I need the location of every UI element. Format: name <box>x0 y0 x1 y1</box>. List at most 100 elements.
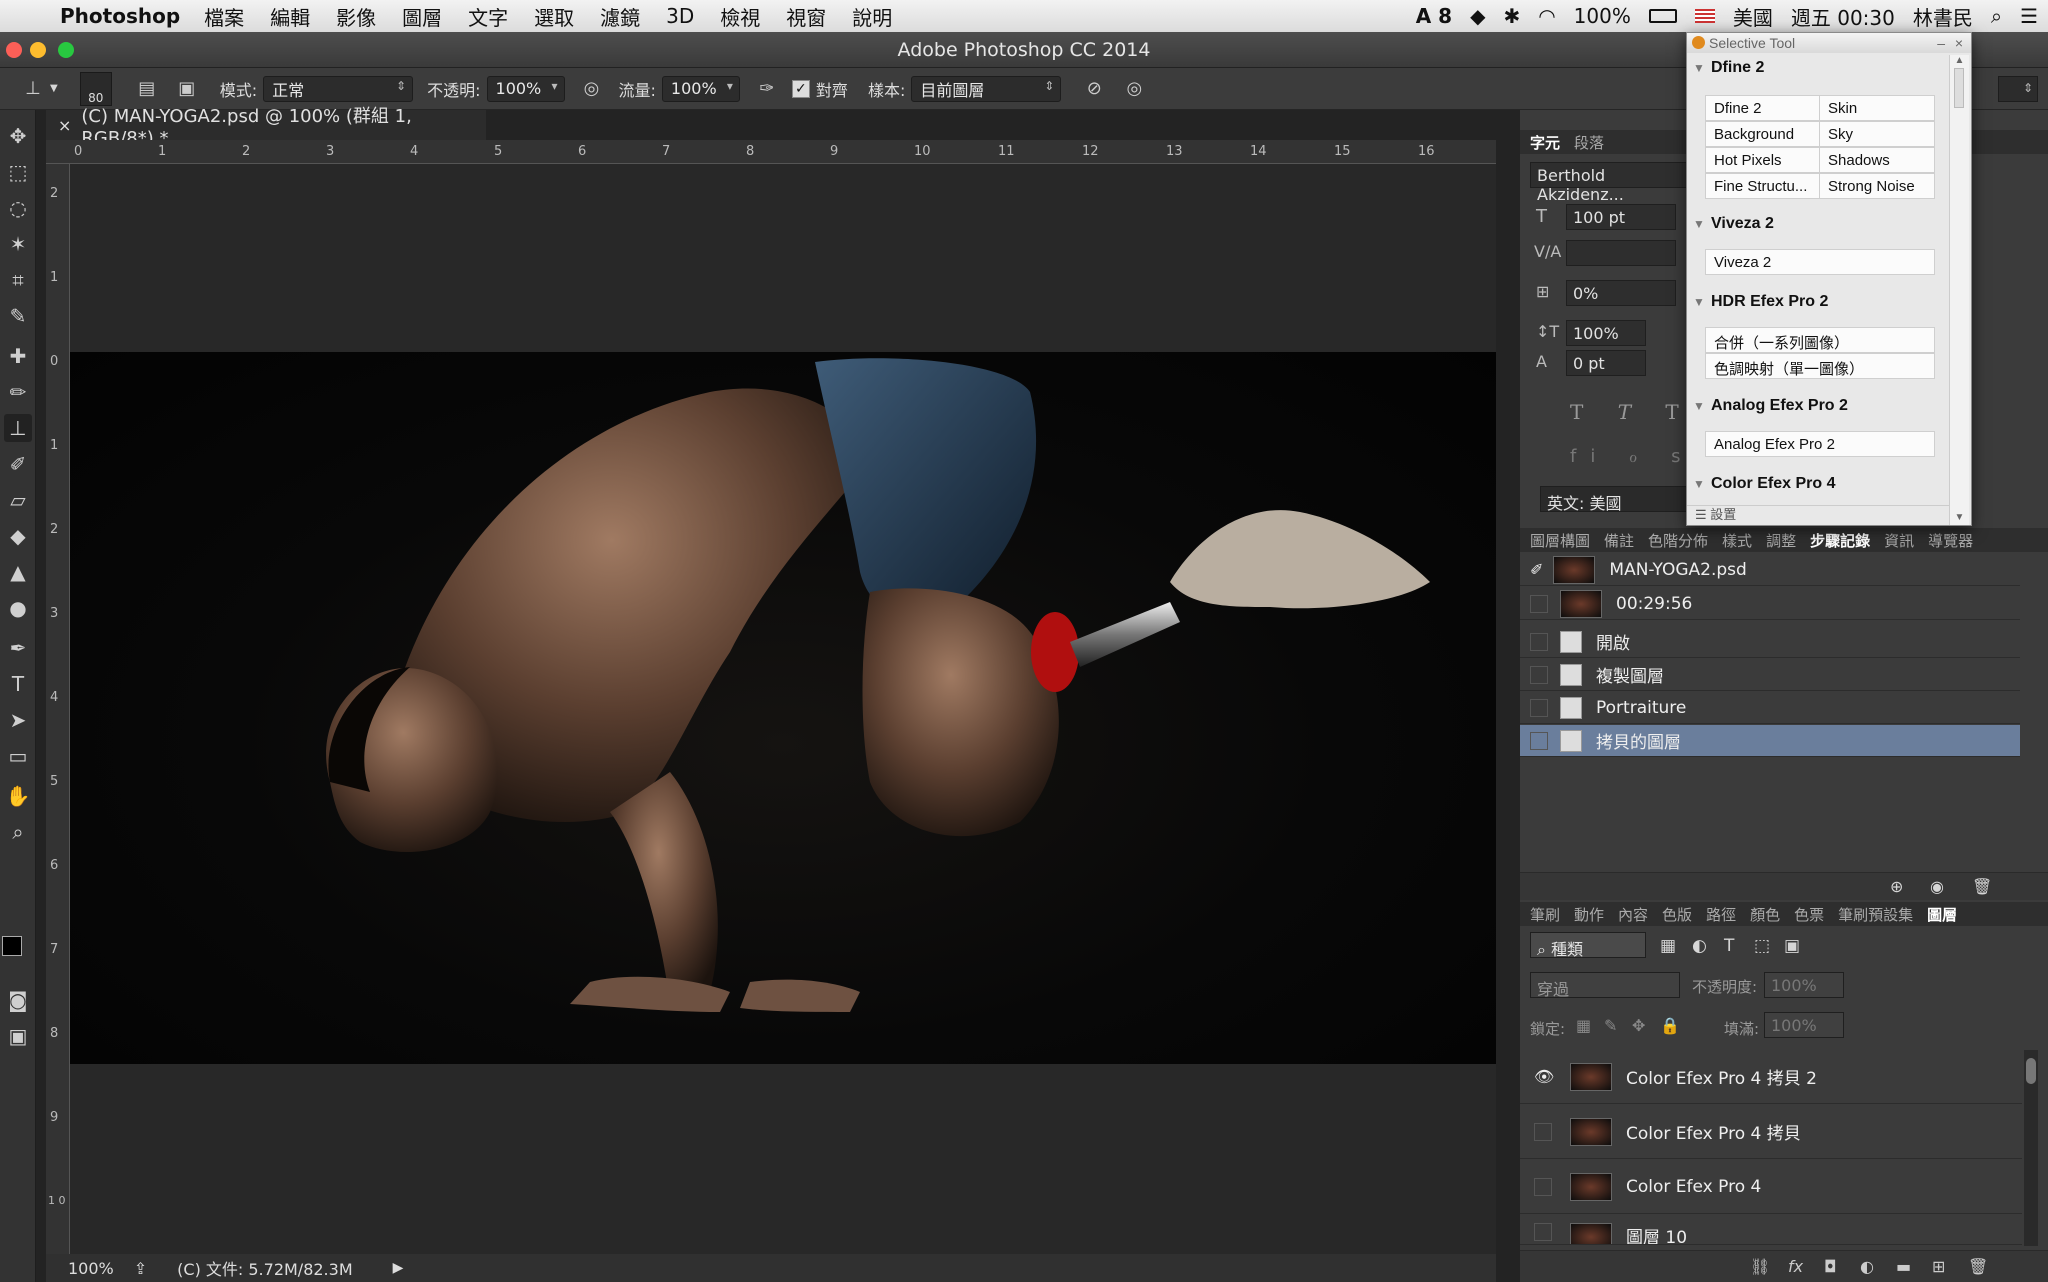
menu-image[interactable]: 影像 <box>336 2 376 31</box>
foreground-color-swatch[interactable] <box>2 936 22 956</box>
workspace-select[interactable]: ⇕ <box>1998 76 2038 102</box>
layer-filter-select[interactable]: ⌕ 種類 <box>1530 932 1646 959</box>
eraser-tool-icon[interactable]: ▱ <box>4 486 32 514</box>
tab-properties[interactable]: 內容 <box>1618 904 1648 925</box>
menu-3d[interactable]: 3D <box>666 4 694 28</box>
tool-preset-arrow[interactable]: ▼ <box>50 83 58 94</box>
layer-opacity-field[interactable]: 100% <box>1764 972 1844 998</box>
dfine-button[interactable]: Skin <box>1819 95 1935 121</box>
blur-tool-icon[interactable]: ▲ <box>4 558 32 586</box>
ignore-adjustment-icon[interactable]: ⊘ <box>1081 76 1107 102</box>
blend-mode-select[interactable]: 穿過 <box>1530 972 1680 999</box>
filter-pixel-icon[interactable]: ▦ <box>1660 936 1676 956</box>
font-family-select[interactable]: Berthold Akzidenz... <box>1530 162 1690 204</box>
tab-character[interactable]: 字元 <box>1530 132 1560 153</box>
layer-name[interactable]: Color Efex Pro 4 拷貝 2 <box>1626 1064 1817 1089</box>
tab-history[interactable]: 步驟記錄 <box>1810 530 1870 551</box>
chevron-down-icon[interactable]: ▾ <box>727 79 733 93</box>
filter-smart-object-icon[interactable]: ▣ <box>1784 936 1800 956</box>
input-source[interactable]: 美國 <box>1733 2 1773 31</box>
history-source-checkbox[interactable] <box>1530 594 1548 613</box>
zoom-tool-icon[interactable]: ⌕ <box>4 818 32 846</box>
pressure-opacity-icon[interactable]: ◎ <box>579 76 605 102</box>
mode-select[interactable]: 正常 ⇕ <box>263 75 414 102</box>
section-dfine[interactable]: Dfine 2 <box>1711 59 1764 77</box>
tab-notes[interactable]: 備註 <box>1604 530 1634 551</box>
user-name[interactable]: 林書民 <box>1913 2 1973 31</box>
lock-all-icon[interactable]: 🔒 <box>1660 1016 1680 1035</box>
move-tool-icon[interactable]: ✥ <box>4 122 32 150</box>
minimize-icon[interactable]: – <box>1937 33 1945 53</box>
menu-layer[interactable]: 圖層 <box>402 2 442 31</box>
airbrush-icon[interactable]: ✑ <box>754 76 780 102</box>
path-select-icon[interactable]: ➤ <box>4 706 32 734</box>
tab-actions[interactable]: 動作 <box>1574 904 1604 925</box>
tab-brush[interactable]: 筆刷 <box>1530 904 1560 925</box>
analog-efex-button[interactable]: Analog Efex Pro 2 <box>1705 431 1935 457</box>
notification-icon[interactable]: ☰ <box>2020 4 2038 28</box>
eyedropper-icon[interactable]: ✎ <box>4 302 32 330</box>
pen-tool-icon[interactable]: ✒ <box>4 634 32 662</box>
rectangle-tool-icon[interactable]: ▭ <box>4 742 32 770</box>
dfine-button[interactable]: Background <box>1705 121 1821 147</box>
clone-stamp-tool-icon[interactable]: ⊥ <box>4 414 32 442</box>
font-size-field[interactable]: 100 pt <box>1566 204 1676 230</box>
visibility-toggle[interactable] <box>1534 1177 1552 1196</box>
opacity-field[interactable]: 100% ▾ <box>486 75 565 102</box>
brush-panel-icon[interactable]: ▤ <box>134 76 160 102</box>
zoom-level[interactable]: 100% <box>68 1259 114 1278</box>
fill-field[interactable]: 100% <box>1764 1012 1844 1038</box>
section-color-efex[interactable]: Color Efex Pro 4 <box>1711 475 1835 493</box>
filter-shape-icon[interactable]: ⬚ <box>1754 936 1770 956</box>
tab-histogram[interactable]: 色階分佈 <box>1648 530 1708 551</box>
tab-paragraph[interactable]: 段落 <box>1574 132 1604 153</box>
clone-stamp-icon[interactable]: ⊥ <box>20 76 46 102</box>
filter-adjustment-icon[interactable]: ◐ <box>1692 936 1707 956</box>
tab-paths[interactable]: 路徑 <box>1706 904 1736 925</box>
document-tab[interactable]: × (C) MAN-YOGA2.psd @ 100% (群組 1, RGB/8*… <box>46 106 486 149</box>
layer-style-icon[interactable]: fx <box>1788 1257 1803 1276</box>
screen-mode-icon[interactable]: ▣ <box>4 1022 32 1050</box>
magic-wand-icon[interactable]: ✶ <box>4 230 32 258</box>
tab-adjustments[interactable]: 調整 <box>1766 530 1796 551</box>
link-layers-icon[interactable]: ⛓ <box>1750 1257 1770 1276</box>
tab-navigator[interactable]: 導覽器 <box>1928 530 1973 551</box>
tab-info[interactable]: 資訊 <box>1884 530 1914 551</box>
hdr-tonemap-button[interactable]: 色調映射（單一圖像） <box>1705 353 1935 379</box>
paint-bucket-icon[interactable]: ◆ <box>4 522 32 550</box>
history-step[interactable]: 開啟 <box>1520 626 2020 658</box>
visibility-toggle[interactable] <box>1534 1122 1552 1141</box>
marquee-tool-icon[interactable]: ⬚ <box>4 158 32 186</box>
hand-tool-icon[interactable]: ✋ <box>4 782 32 810</box>
close-icon[interactable]: × <box>1955 33 1963 53</box>
tsume-field[interactable]: 0% <box>1566 280 1676 306</box>
crop-tool-icon[interactable]: ⌗ <box>4 266 32 294</box>
wifi-icon[interactable]: ◠ <box>1538 4 1555 28</box>
adobe-icon[interactable]: A 8 <box>1416 4 1452 28</box>
history-source-checkbox[interactable] <box>1530 731 1548 750</box>
lasso-tool-icon[interactable]: ◌ <box>4 194 32 222</box>
flow-field[interactable]: 100% ▾ <box>661 75 740 102</box>
history-step[interactable]: 複製圖層 <box>1520 659 2020 691</box>
layer-row[interactable]: Color Efex Pro 4 拷貝 <box>1520 1105 2022 1159</box>
layer-mask-icon[interactable]: ◘ <box>1824 1257 1837 1276</box>
dfine-button[interactable]: Hot Pixels <box>1705 147 1821 173</box>
lock-paint-icon[interactable]: ✎ <box>1604 1016 1617 1035</box>
brush-preview[interactable]: 80 <box>79 71 112 106</box>
kerning-field[interactable] <box>1566 240 1676 266</box>
baseline-field[interactable]: 0 pt <box>1566 350 1646 376</box>
menu-file[interactable]: 檔案 <box>204 2 244 31</box>
menu-window[interactable]: 視窗 <box>786 2 826 31</box>
visibility-toggle[interactable] <box>1534 1223 1552 1241</box>
vertical-ruler[interactable]: 2 1 0 1 2 3 4 5 6 7 8 9 1 0 <box>46 164 70 1254</box>
adjustment-layer-icon[interactable]: ◐ <box>1860 1257 1874 1276</box>
language-select[interactable]: 英文: 美國 <box>1540 486 1690 513</box>
menu-help[interactable]: 說明 <box>852 2 892 31</box>
info-arrow-icon[interactable]: ▶ <box>393 1260 404 1276</box>
collapse-arrow-icon[interactable]: ▼ <box>1693 295 1705 309</box>
section-viveza[interactable]: Viveza 2 <box>1711 215 1774 233</box>
brush-tool-icon[interactable]: ✏ <box>4 378 32 406</box>
layers-scrollbar[interactable] <box>2024 1050 2038 1246</box>
sample-select[interactable]: 目前圖層 ⇕ <box>911 75 1062 102</box>
history-step-selected[interactable]: 拷貝的圖層 <box>1520 725 2020 757</box>
